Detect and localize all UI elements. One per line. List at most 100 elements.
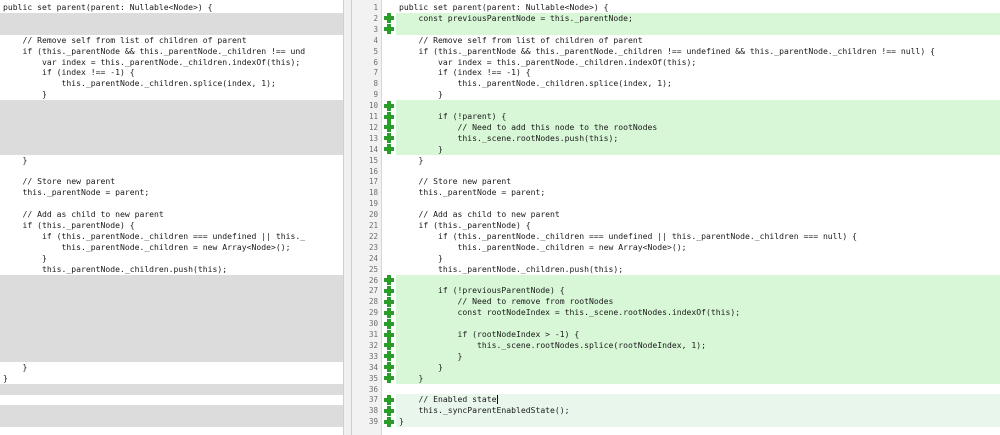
added-line-plus-icon <box>384 122 394 133</box>
line-number: 35 <box>368 373 378 383</box>
line-number: 27 <box>368 286 378 296</box>
added-line-plus-icon <box>384 373 394 384</box>
line-number: 33 <box>368 351 378 361</box>
code-line: if (rootNodeIndex > -1) { <box>399 329 1000 340</box>
code-text: if (this._parentNode && this._parentNode… <box>399 45 936 56</box>
code-line: } <box>399 253 1000 264</box>
added-line-plus-icon <box>384 285 394 296</box>
code-line: this._scene.rootNodes.splice(rootNodeInd… <box>399 340 1000 351</box>
code-line: this._parentNode = parent; <box>3 187 150 198</box>
code-text: if (!previousParentNode) { <box>399 285 565 296</box>
code-line: var index = this._parentNode._children.i… <box>3 56 301 67</box>
code-text: this._scene.rootNodes.push(this); <box>399 132 619 143</box>
added-line-plus-icon <box>384 340 394 351</box>
code-text: } <box>399 89 443 100</box>
code-text: // Need to remove from rootNodes <box>399 296 614 307</box>
right-pane-modified[interactable]: 1 2 3 4 5 6 7 8 9 10 11 12 13 14 15 16 17 18 19 20 21 22 23 24 2… <box>352 0 1000 435</box>
change-marker-column <box>382 0 396 435</box>
code-text: } <box>399 350 463 361</box>
code-text: } <box>399 143 443 154</box>
line-number: 38 <box>368 406 378 416</box>
added-line-plus-icon <box>384 275 394 285</box>
line-number: 26 <box>368 275 378 285</box>
code-line: if (this._parentNode && this._parentNode… <box>3 45 306 56</box>
code-line: } <box>3 154 28 165</box>
added-line-plus-icon <box>384 318 394 329</box>
line-number: 25 <box>368 264 378 274</box>
code-text: // Enabled state <box>399 394 497 405</box>
code-text: public set parent(parent: Nullable<Node>… <box>399 2 609 12</box>
added-line-plus-icon <box>384 362 394 373</box>
line-number-gutter: 1 2 3 4 5 6 7 8 9 10 11 12 13 14 15 16 17 18 19 20 21 22 23 24 2… <box>352 0 382 435</box>
code-line: var index = this._parentNode._children.i… <box>399 57 1000 68</box>
code-text: this._syncParentEnabledState(); <box>399 405 570 416</box>
added-line-plus-icon <box>384 416 394 427</box>
code-text: if (!parent) { <box>399 111 507 121</box>
code-line: if (this._parentNode._children === undef… <box>399 231 1000 242</box>
code-text: if (this._parentNode._children === undef… <box>399 230 858 241</box>
line-number: 32 <box>368 340 378 350</box>
code-line: this._parentNode._children.splice(index,… <box>399 78 1000 89</box>
line-number: 7 <box>373 68 378 78</box>
pane-splitter-scrollbar[interactable] <box>343 0 352 435</box>
code-line: // Store new parent <box>3 176 116 187</box>
code-text: } <box>399 252 443 263</box>
code-line: } <box>399 144 1000 155</box>
code-line: if (index !== -1) { <box>399 67 1000 78</box>
line-number: 37 <box>368 395 378 405</box>
line-number: 24 <box>368 253 378 263</box>
line-number: 3 <box>373 24 378 34</box>
code-line: // Add as child to new parent <box>399 209 1000 220</box>
added-line-plus-icon <box>384 329 394 340</box>
code-text: this._parentNode._children = new Array<N… <box>399 241 687 252</box>
left-pane-original[interactable]: public set parent(parent: Nullable<Node>… <box>0 0 343 435</box>
line-number: 36 <box>368 384 378 394</box>
code-text: // Store new parent <box>399 176 512 187</box>
code-text: // Add as child to new parent <box>399 209 560 220</box>
code-text: this._scene.rootNodes.splice(rootNodeInd… <box>399 339 706 350</box>
code-text: this._parentNode = parent; <box>399 187 546 198</box>
diff-viewer: public set parent(parent: Nullable<Node>… <box>0 0 1000 435</box>
code-line: if (this._parentNode) { <box>399 220 1000 231</box>
code-line: this._parentNode = parent; <box>399 187 1000 198</box>
added-line-plus-icon <box>384 144 394 155</box>
added-line-plus-icon <box>384 296 394 307</box>
line-number <box>352 427 382 435</box>
code-line: if (this._parentNode._children === undef… <box>3 230 306 241</box>
line-number: 13 <box>368 133 378 143</box>
modified-code-area[interactable]: public set parent(parent: Nullable<Node>… <box>396 0 1000 435</box>
code-line: } <box>399 416 1000 427</box>
code-line: // Remove self from list of children of … <box>399 35 1000 46</box>
code-line: this._parentNode._children = new Array<N… <box>399 242 1000 253</box>
code-text: if (rootNodeIndex > -1) { <box>399 329 580 339</box>
line-number: 12 <box>368 122 378 132</box>
code-line: // Enabled state <box>399 394 1000 405</box>
code-text: var index = this._parentNode._children.i… <box>399 56 697 67</box>
line-number: 15 <box>368 155 378 165</box>
line-number: 6 <box>373 57 378 67</box>
line-number: 11 <box>368 112 378 121</box>
code-text: } <box>399 361 443 372</box>
code-line: // Need to add this node to the rootNode… <box>399 122 1000 133</box>
line-number: 20 <box>368 210 378 220</box>
line-number: 30 <box>368 319 378 329</box>
code-text: // Need to add this node to the rootNode… <box>399 121 658 132</box>
added-line-plus-icon <box>384 394 394 405</box>
